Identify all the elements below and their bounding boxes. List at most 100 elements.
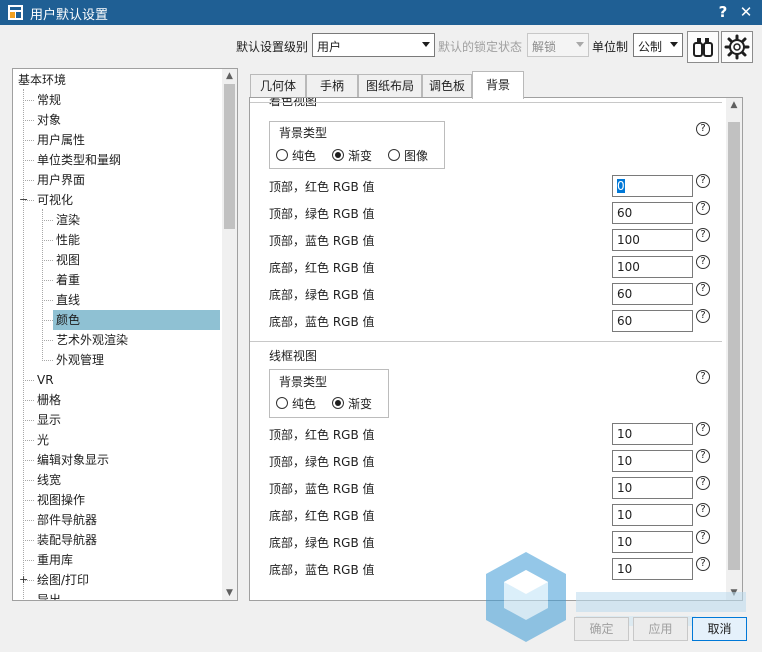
help-icon[interactable]: ? — [696, 530, 710, 544]
help-icon[interactable]: ? — [696, 503, 710, 517]
tree-scroll-thumb[interactable] — [224, 84, 235, 229]
tree-item-display[interactable]: 显示 — [34, 410, 61, 430]
help-icon[interactable]: ? — [696, 228, 710, 242]
tree-connector — [42, 280, 53, 281]
tree-item-emphasis[interactable]: 着重 — [53, 270, 80, 290]
rgb-value-input[interactable]: 10 — [612, 450, 693, 472]
tree-item-reuse-library[interactable]: 重用库 — [34, 550, 73, 570]
help-icon[interactable]: ? — [696, 449, 710, 463]
expand-icon[interactable]: + — [19, 574, 28, 585]
tab-geometry[interactable]: 几何体 — [250, 74, 306, 98]
background-panel: 着色视图 背景类型 纯色 渐变 图像 ? 顶部，红色 RGB 值 0? 顶部，绿色 … — [249, 97, 743, 601]
tree-connector — [42, 340, 53, 341]
tree-item-drawing-print[interactable]: 绘图/打印 — [34, 570, 89, 590]
wireframe-bg-type-group: 背景类型 纯色 渐变 — [269, 369, 389, 418]
tree-item-units[interactable]: 单位类型和量纲 — [34, 150, 121, 170]
radio-gradient[interactable] — [332, 149, 344, 161]
ok-button[interactable]: 确定 — [574, 617, 629, 641]
title-bar: 用户默认设置 ? ✕ — [0, 0, 762, 25]
find-button[interactable] — [687, 31, 719, 63]
tree-item-rendering[interactable]: 渲染 — [53, 210, 80, 230]
radio-solid[interactable] — [276, 397, 288, 409]
scroll-down-icon[interactable]: ▼ — [726, 586, 742, 600]
tree-item-appearance-mgmt[interactable]: 外观管理 — [53, 350, 104, 370]
scroll-down-icon[interactable]: ▼ — [222, 586, 237, 600]
tree-item-edit-display[interactable]: 编辑对象显示 — [34, 450, 109, 470]
radio-solid[interactable] — [276, 149, 288, 161]
tab-handle[interactable]: 手柄 — [306, 74, 358, 98]
tree-connector — [42, 260, 53, 261]
help-icon[interactable]: ? — [696, 282, 710, 296]
close-button[interactable]: ✕ — [736, 2, 756, 22]
gear-icon — [724, 34, 750, 60]
tree-item-user-interface[interactable]: 用户界面 — [34, 170, 85, 190]
rgb-value-input[interactable]: 100 — [612, 229, 693, 251]
rgb-value-input[interactable]: 60 — [612, 283, 693, 305]
tree-item-view[interactable]: 视图 — [53, 250, 80, 270]
tree-item-performance[interactable]: 性能 — [53, 230, 80, 250]
level-select[interactable]: 用户 — [312, 33, 435, 57]
rgb-value-input[interactable]: 60 — [612, 202, 693, 224]
radio-image-label: 图像 — [404, 149, 429, 163]
rgb-value: 60 — [617, 314, 633, 328]
tree-item-assembly-navigator[interactable]: 装配导航器 — [34, 530, 97, 550]
cancel-button[interactable]: 取消 — [692, 617, 747, 641]
tree-connector — [23, 140, 34, 141]
panel-scrollbar[interactable]: ▲ ▼ — [726, 98, 742, 600]
rgb-field-label: 底部，绿色 RGB 值 — [269, 536, 375, 550]
apply-button[interactable]: 应用 — [633, 617, 688, 641]
tree-item-line-width[interactable]: 线宽 — [34, 470, 61, 490]
tree-item-light[interactable]: 光 — [34, 430, 49, 450]
tree-item-color[interactable]: 颜色 — [53, 310, 220, 330]
collapse-icon[interactable]: − — [19, 194, 28, 205]
rgb-value: 10 — [617, 562, 633, 576]
tree-scrollbar[interactable]: ▲ ▼ — [222, 69, 237, 600]
tab-background[interactable]: 背景 — [472, 71, 524, 99]
help-icon[interactable]: ? — [696, 122, 710, 136]
help-icon[interactable]: ? — [696, 370, 710, 384]
rgb-field-label: 底部，红色 RGB 值 — [269, 509, 375, 523]
help-icon[interactable]: ? — [696, 201, 710, 215]
tree-item-view-operation[interactable]: 视图操作 — [34, 490, 85, 510]
tree-item-grid[interactable]: 栅格 — [34, 390, 61, 410]
rgb-value-input[interactable]: 100 — [612, 256, 693, 278]
unit-select[interactable]: 公制 — [633, 33, 683, 57]
tree-item-basic-env[interactable]: 基本环境 — [15, 70, 66, 90]
tree-item-user-attributes[interactable]: 用户属性 — [34, 130, 85, 150]
tree-item-artistic-rendering[interactable]: 艺术外观渲染 — [53, 330, 128, 350]
help-button[interactable]: ? — [713, 2, 733, 22]
rgb-value: 60 — [617, 287, 633, 301]
tree-item-line[interactable]: 直线 — [53, 290, 80, 310]
tree-item-objects[interactable]: 对象 — [34, 110, 61, 130]
settings-button[interactable] — [721, 31, 753, 63]
rgb-value-input[interactable]: 10 — [612, 423, 693, 445]
tab-palette[interactable]: 调色板 — [422, 74, 472, 98]
tree-connector — [23, 440, 34, 441]
radio-gradient[interactable] — [332, 397, 344, 409]
rgb-value-input[interactable]: 10 — [612, 531, 693, 553]
tree-item-general[interactable]: 常规 — [34, 90, 61, 110]
help-icon[interactable]: ? — [696, 422, 710, 436]
help-icon[interactable]: ? — [696, 174, 710, 188]
scroll-up-icon[interactable]: ▲ — [726, 98, 742, 112]
tree-item-part-navigator[interactable]: 部件导航器 — [34, 510, 97, 530]
help-icon[interactable]: ? — [696, 557, 710, 571]
rgb-value-input[interactable]: 10 — [612, 558, 693, 580]
help-icon[interactable]: ? — [696, 476, 710, 490]
radio-image[interactable] — [388, 149, 400, 161]
tree-item-vr[interactable]: VR — [34, 370, 54, 390]
rgb-value-input[interactable]: 10 — [612, 477, 693, 499]
rgb-value-input[interactable]: 0 — [612, 175, 693, 197]
tree-item-export[interactable]: 导出 — [34, 590, 61, 600]
tree-item-visualization[interactable]: 可视化 — [34, 190, 73, 210]
section-divider — [250, 102, 722, 103]
help-icon[interactable]: ? — [696, 255, 710, 269]
tree-connector — [42, 220, 53, 221]
rgb-value-input[interactable]: 60 — [612, 310, 693, 332]
panel-scroll-thumb[interactable] — [728, 122, 740, 570]
scroll-up-icon[interactable]: ▲ — [222, 69, 237, 83]
rgb-value-input[interactable]: 10 — [612, 504, 693, 526]
rgb-value: 60 — [617, 206, 633, 220]
tab-drawing-layout[interactable]: 图纸布局 — [358, 74, 422, 98]
help-icon[interactable]: ? — [696, 309, 710, 323]
